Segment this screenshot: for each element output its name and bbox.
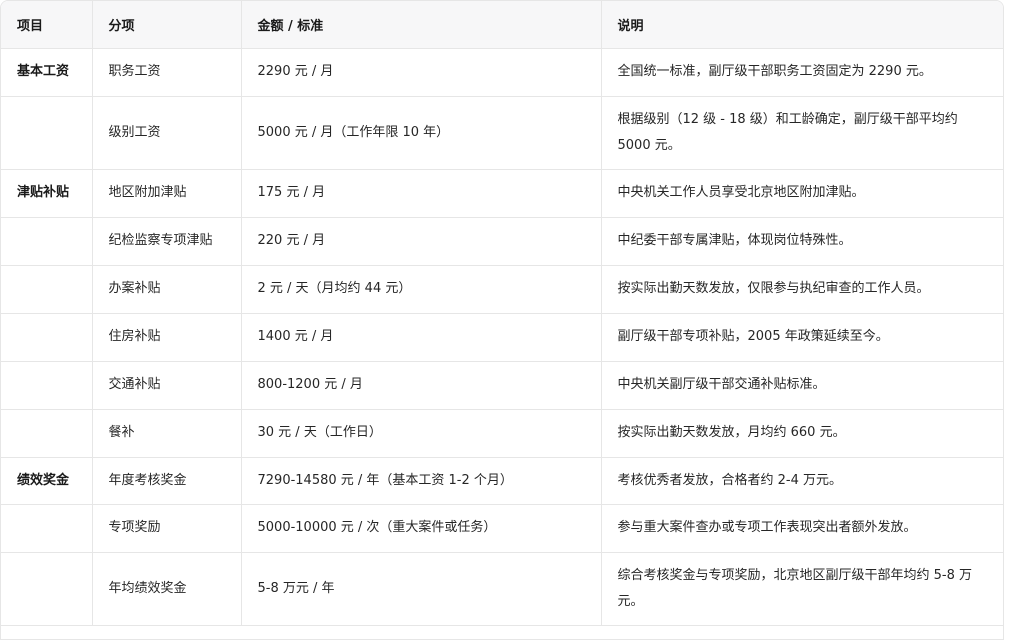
cell-amount: 800-1200 元 / 月 — [241, 361, 602, 410]
cell-note: 中央机关副厅级干部交通补贴标准。 — [601, 361, 1003, 410]
cell-item: 餐补 — [92, 409, 242, 458]
cell-note: 副厅级干部专项补贴，2005 年政策延续至今。 — [601, 313, 1003, 362]
table-row: 办案补贴 2 元 / 天（月均约 44 元） 按实际出勤天数发放，仅限参与执纪审… — [1, 265, 1003, 314]
cell-category — [1, 409, 93, 458]
cell-note: 综合考核奖金与专项奖励，北京地区副厅级干部年均约 5-8 万元。 — [601, 552, 1003, 626]
cell-category — [1, 217, 93, 266]
cell-category — [1, 313, 93, 362]
cell-amount: 2290 元 / 月 — [241, 48, 602, 97]
cell-amount: 1400 元 / 月 — [241, 313, 602, 362]
table-row: 年均绩效奖金 5-8 万元 / 年 综合考核奖金与专项奖励，北京地区副厅级干部年… — [1, 552, 1003, 626]
cell-item: 级别工资 — [92, 96, 242, 170]
table-row: 津贴补贴 地区附加津贴 175 元 / 月 中央机关工作人员享受北京地区附加津贴… — [1, 169, 1003, 218]
table-header-row: 项目 分项 金额 / 标准 说明 — [1, 1, 1003, 49]
cell-amount: 5-8 万元 / 年 — [241, 552, 602, 626]
cell-category — [1, 361, 93, 410]
cell-category — [1, 96, 93, 170]
cell-item: 纪检监察专项津贴 — [92, 217, 242, 266]
column-header-item: 分项 — [92, 1, 242, 49]
cell-item: 年度考核奖金 — [92, 457, 242, 505]
cell-category — [1, 552, 93, 626]
table-row: 餐补 30 元 / 天（工作日） 按实际出勤天数发放，月均约 660 元。 — [1, 409, 1003, 458]
column-header-amount: 金额 / 标准 — [241, 1, 602, 49]
cell-category: 绩效奖金 — [1, 457, 93, 505]
table-row: 交通补贴 800-1200 元 / 月 中央机关副厅级干部交通补贴标准。 — [1, 361, 1003, 410]
cell-note: 按实际出勤天数发放，月均约 660 元。 — [601, 409, 1003, 458]
salary-table-container: 项目 分项 金额 / 标准 说明 基本工资 职务工资 2290 元 / 月 全国… — [0, 0, 1004, 640]
cell-category — [1, 265, 93, 314]
table-row: 绩效奖金 年度考核奖金 7290-14580 元 / 年（基本工资 1-2 个月… — [1, 457, 1003, 505]
cell-note: 全国统一标准，副厅级干部职务工资固定为 2290 元。 — [601, 48, 1003, 97]
column-header-category: 项目 — [1, 1, 93, 49]
cell-amount: 30 元 / 天（工作日） — [241, 409, 602, 458]
cell-item: 年均绩效奖金 — [92, 552, 242, 626]
cell-item: 住房补贴 — [92, 313, 242, 362]
salary-table: 项目 分项 金额 / 标准 说明 基本工资 职务工资 2290 元 / 月 全国… — [1, 1, 1003, 626]
cell-note: 根据级别（12 级 - 18 级）和工龄确定，副厅级干部平均约 5000 元。 — [601, 96, 1003, 170]
cell-category: 津贴补贴 — [1, 169, 93, 218]
cell-amount: 2 元 / 天（月均约 44 元） — [241, 265, 602, 314]
cell-note: 考核优秀者发放，合格者约 2-4 万元。 — [601, 457, 1003, 505]
cell-item: 地区附加津贴 — [92, 169, 242, 218]
cell-note: 中纪委干部专属津贴，体现岗位特殊性。 — [601, 217, 1003, 266]
column-header-note: 说明 — [601, 1, 1003, 49]
table-row: 级别工资 5000 元 / 月（工作年限 10 年） 根据级别（12 级 - 1… — [1, 96, 1003, 170]
cell-note: 按实际出勤天数发放，仅限参与执纪审查的工作人员。 — [601, 265, 1003, 314]
cell-item: 交通补贴 — [92, 361, 242, 410]
table-row: 住房补贴 1400 元 / 月 副厅级干部专项补贴，2005 年政策延续至今。 — [1, 313, 1003, 362]
cell-amount: 220 元 / 月 — [241, 217, 602, 266]
cell-note: 参与重大案件查办或专项工作表现突出者额外发放。 — [601, 504, 1003, 553]
cell-note: 中央机关工作人员享受北京地区附加津贴。 — [601, 169, 1003, 218]
cell-item: 办案补贴 — [92, 265, 242, 314]
cell-category — [1, 504, 93, 553]
cell-amount: 5000 元 / 月（工作年限 10 年） — [241, 96, 602, 170]
cell-category: 基本工资 — [1, 48, 93, 97]
cell-item: 职务工资 — [92, 48, 242, 97]
table-row: 基本工资 职务工资 2290 元 / 月 全国统一标准，副厅级干部职务工资固定为… — [1, 48, 1003, 97]
cell-item: 专项奖励 — [92, 504, 242, 553]
table-row: 专项奖励 5000-10000 元 / 次（重大案件或任务） 参与重大案件查办或… — [1, 504, 1003, 553]
cell-amount: 7290-14580 元 / 年（基本工资 1-2 个月） — [241, 457, 602, 505]
cell-amount: 5000-10000 元 / 次（重大案件或任务） — [241, 504, 602, 553]
table-row: 纪检监察专项津贴 220 元 / 月 中纪委干部专属津贴，体现岗位特殊性。 — [1, 217, 1003, 266]
cell-amount: 175 元 / 月 — [241, 169, 602, 218]
